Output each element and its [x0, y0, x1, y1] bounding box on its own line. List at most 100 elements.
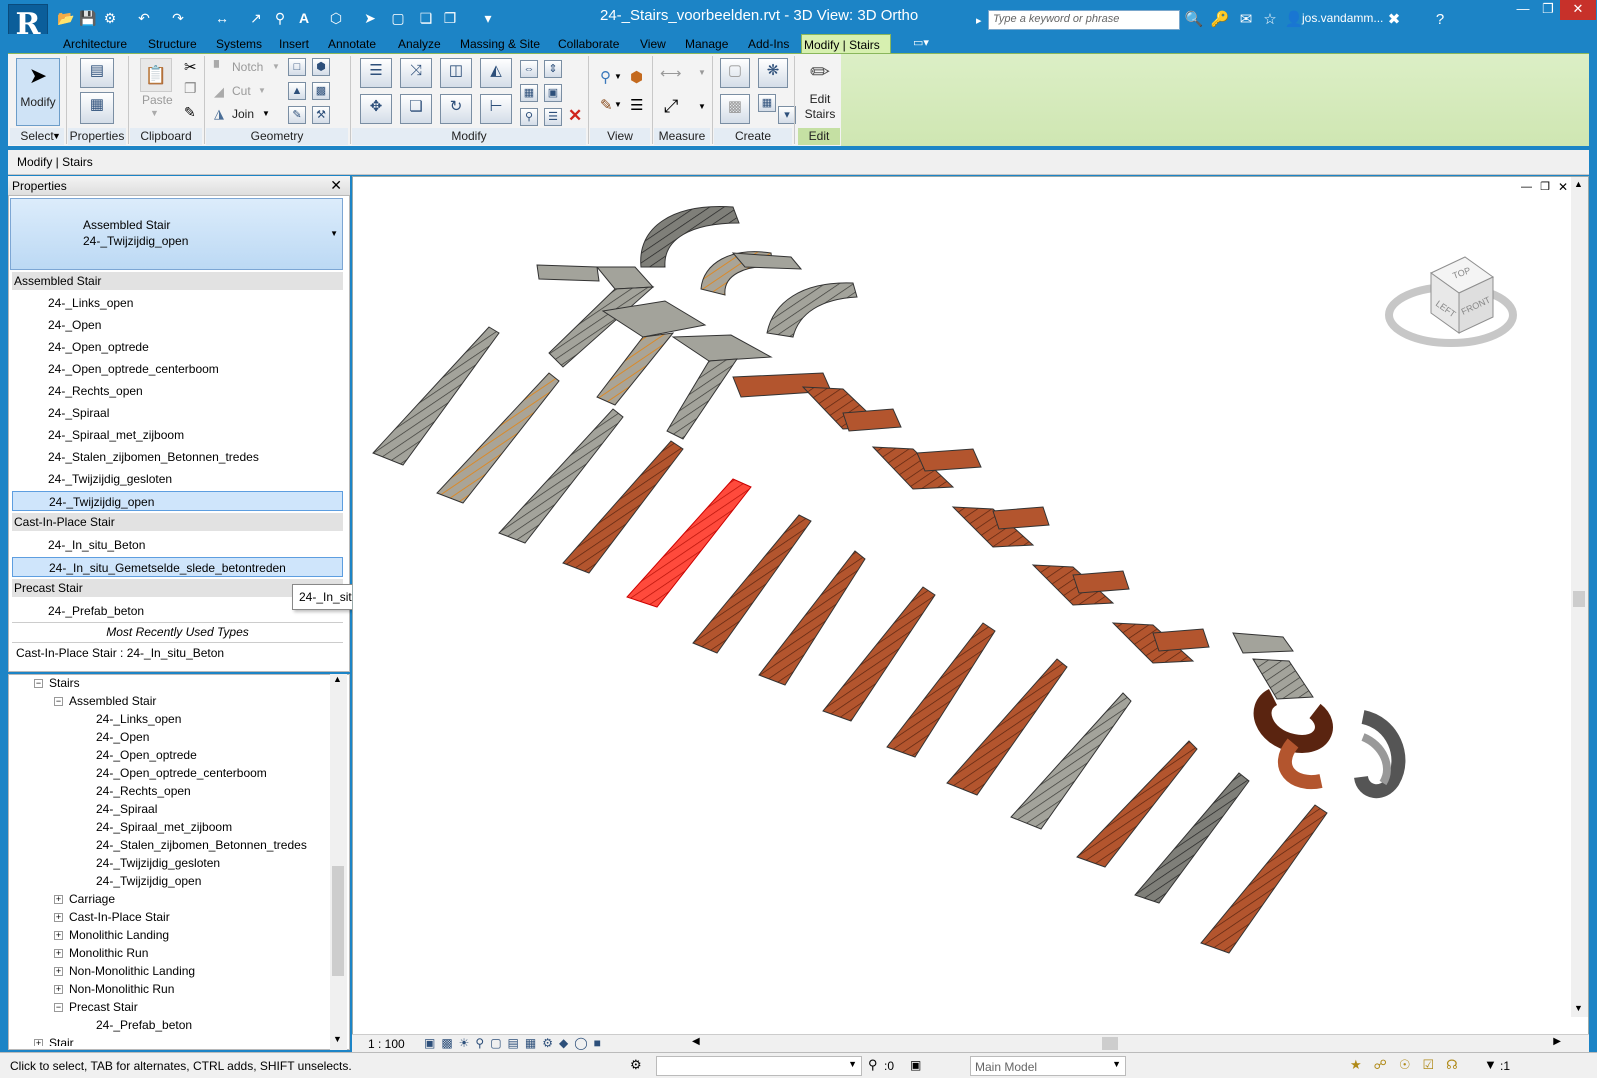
measure-icon[interactable]: ↔ [212, 8, 232, 28]
stair-run[interactable] [822, 586, 936, 722]
collapse-icon[interactable]: − [54, 1003, 63, 1012]
sync-icon[interactable]: ⚙ [100, 8, 120, 28]
cut-clipboard-icon[interactable]: ✂ [184, 58, 197, 76]
tree-leaf[interactable]: 24-_Prefab_beton [34, 1016, 328, 1034]
tree-node-stair[interactable]: + Stair [34, 1034, 328, 1046]
hide-dropdown-icon[interactable]: ▼ [614, 72, 622, 81]
measure-dropdown-icon[interactable]: ▼ [698, 68, 706, 77]
beam-column-joins-icon[interactable]: ✎ [288, 106, 306, 124]
array-icon[interactable]: ▦ [520, 84, 538, 102]
create-parts-icon[interactable]: ▩ [720, 94, 750, 124]
join-icon[interactable]: ◮ [214, 106, 224, 122]
view-controls-icons[interactable]: ▣▩☀⚲▢▤▦⚙◆◯■ [424, 1036, 607, 1050]
filter-design-options-icon[interactable]: ⚲ [868, 1057, 878, 1073]
copy-element-icon[interactable]: ❏ [400, 94, 432, 124]
tab-insert[interactable]: Insert [277, 34, 311, 54]
help-icon[interactable]: ? [1430, 10, 1450, 30]
user-name[interactable]: jos.vandamm... [1302, 11, 1383, 25]
spiral-stair[interactable] [1354, 710, 1406, 798]
type-list-item[interactable]: 24-_Stalen_zijbomen_Betonnen_tredes [12, 447, 343, 467]
exchange-icon[interactable]: ✖ [1384, 10, 1404, 30]
tree-node-non-monolithic-landing[interactable]: + Non-Monolithic Landing [34, 962, 328, 980]
communication-icon[interactable]: ✉ [1236, 10, 1256, 30]
scroll-up-icon[interactable]: ▲ [1574, 179, 1583, 189]
expand-icon[interactable]: + [54, 985, 63, 994]
linework-dropdown-icon[interactable]: ▼ [614, 100, 622, 109]
tree-leaf[interactable]: 24-_Spiraal_met_zijboom [34, 818, 328, 836]
rotate-icon[interactable]: ↻ [440, 94, 472, 124]
join-label[interactable]: Join [232, 107, 254, 121]
close-button[interactable]: ✕ [1560, 0, 1596, 20]
delete-icon[interactable]: ✕ [568, 106, 582, 126]
tab-analyze[interactable]: Analyze [396, 34, 443, 54]
mirror-pick-axis-icon[interactable]: ◫ [440, 58, 472, 88]
view-scale[interactable]: 1 : 100 [368, 1037, 405, 1051]
create-group-icon[interactable]: ▦ [758, 94, 776, 112]
dimension-icon[interactable]: ⤢ [664, 96, 678, 117]
expand-icon[interactable]: + [54, 895, 63, 904]
tab-collaborate[interactable]: Collaborate [556, 34, 621, 54]
split-face-icon[interactable]: ⬢ [312, 58, 330, 76]
tree-node-cast-in-place[interactable]: + Cast-In-Place Stair [34, 908, 328, 926]
user-icon[interactable]: 👤 [1284, 10, 1304, 30]
lightbulb-icon[interactable]: ⚲ [600, 68, 611, 86]
wall-joins-icon[interactable]: □ [288, 58, 306, 76]
scroll-down-icon[interactable]: ▼ [1574, 1003, 1583, 1013]
type-list-item[interactable]: 24-_Links_open [12, 293, 343, 313]
type-list-item[interactable]: 24-_Open_optrede_centerboom [12, 359, 343, 379]
offset-icon[interactable]: ⤨ [400, 58, 432, 88]
edit-stairs-button[interactable]: Edit Stairs [800, 92, 840, 122]
tab-structure[interactable]: Structure [146, 34, 199, 54]
design-option-select[interactable]: Main Model ▼ [970, 1056, 1126, 1076]
subscription-icon[interactable]: 🔑 [1210, 10, 1230, 30]
mru-item[interactable]: Cast-In-Place Stair : 24-_In_situ_Beton [12, 642, 343, 662]
tab-manage[interactable]: Manage [683, 34, 730, 54]
trim-extend-icon[interactable]: ⊢ [480, 94, 512, 124]
dimension-dropdown-icon[interactable]: ▼ [698, 102, 706, 111]
notch-dropdown-icon[interactable]: ▼ [272, 62, 280, 71]
tab-modify-stairs[interactable]: Modify | Stairs [801, 34, 891, 54]
redo-icon[interactable]: ↷ [168, 8, 188, 28]
split-element-icon[interactable]: ⇔ [520, 60, 538, 78]
search-input[interactable]: Type a keyword or phrase [988, 10, 1180, 30]
hscroll-thumb[interactable] [1102, 1037, 1118, 1050]
type-list-item[interactable]: 24-_Twijzijdig_gesloten [12, 469, 343, 489]
close-icon[interactable]: ✕ [330, 177, 342, 194]
stair-run[interactable] [666, 282, 858, 440]
type-properties-icon[interactable]: ▤ [80, 58, 114, 88]
expand-icon[interactable]: + [54, 913, 63, 922]
match-type-icon[interactable]: ✎ [184, 104, 196, 121]
stairs-model-canvas[interactable]: TOP LEFT FRONT [353, 177, 1588, 1033]
close-hidden-icon[interactable]: ❏ [416, 8, 436, 28]
undo-icon[interactable]: ↶ [134, 8, 154, 28]
spiral-stair[interactable] [1253, 688, 1333, 790]
3d-viewport[interactable]: TOP LEFT FRONT — ❐ ✕ ▲ ▼ [352, 176, 1589, 1051]
type-selector[interactable]: Assembled Stair 24-_Twijzijdig_open ▼ [10, 198, 343, 270]
binoculars-icon[interactable]: 🔍 [1184, 10, 1204, 30]
type-list-item-selected[interactable]: 24-_Twijzijdig_open [12, 491, 343, 511]
aligned-dimension-icon[interactable]: ↗ [246, 8, 266, 28]
hscroll-right-icon[interactable]: ▶ [1553, 1036, 1561, 1047]
type-list-item[interactable]: 24-_In_situ_Beton [12, 535, 343, 555]
expand-icon[interactable]: + [54, 967, 63, 976]
thin-lines-icon[interactable]: ▢ [388, 8, 408, 28]
favorites-icon[interactable]: ☆ [1260, 10, 1280, 30]
view-cube[interactable]: TOP LEFT FRONT [1385, 256, 1517, 347]
measure-distance-icon[interactable]: ⟷ [660, 64, 682, 82]
type-list-item[interactable]: 24-_Open_optrede [12, 337, 343, 357]
cut-dropdown-icon[interactable]: ▼ [258, 86, 266, 95]
type-list-item[interactable]: 24-_Spiraal_met_zijboom [12, 425, 343, 445]
move-icon[interactable]: ✥ [360, 94, 392, 124]
select-dropdown-icon[interactable]: ▼ [52, 131, 61, 141]
tree-node-precast-stair[interactable]: − Precast Stair [34, 998, 328, 1016]
linework-icon[interactable]: ✎ [600, 96, 613, 114]
tree-leaf[interactable]: 24-_Links_open [34, 710, 328, 728]
tag-icon[interactable]: ⚲ [270, 8, 290, 28]
tree-leaf[interactable]: 24-_Twijzijdig_gesloten [34, 854, 328, 872]
tree-leaf[interactable]: 24-_Stalen_zijbomen_Betonnen_tredes [34, 836, 328, 854]
join-dropdown-icon[interactable]: ▼ [262, 109, 270, 118]
create-similar-icon[interactable]: ❋ [758, 58, 788, 88]
view-close-icon[interactable]: ✕ [1558, 180, 1568, 194]
remove-paint-icon[interactable]: ⚒ [312, 106, 330, 124]
modify-button[interactable]: ➤ Modify [16, 58, 60, 126]
